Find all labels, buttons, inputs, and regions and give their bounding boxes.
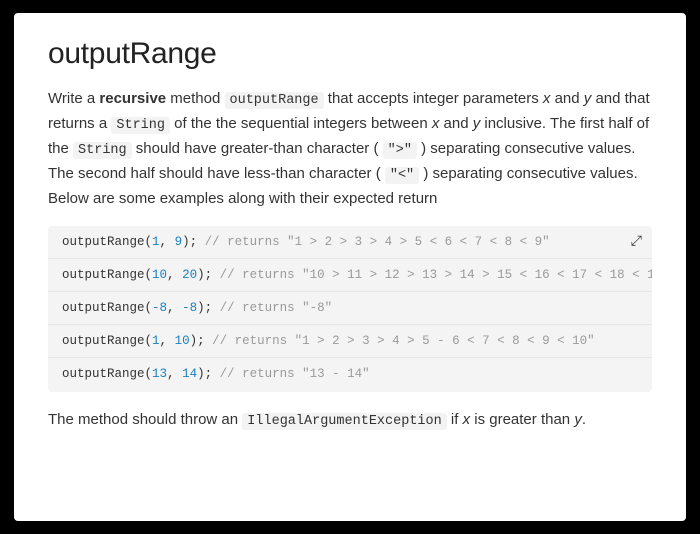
variable-y: y bbox=[574, 411, 582, 428]
desc-text: should have greater-than character ( bbox=[132, 140, 383, 157]
code-comment: // returns "10 > 11 > 12 > 13 > 14 > 15 … bbox=[220, 268, 652, 282]
desc-text: and bbox=[439, 115, 472, 132]
desc-text: that accepts integer parameters bbox=[324, 90, 543, 107]
inline-code: String bbox=[73, 142, 132, 159]
code-comment: // returns "-8" bbox=[220, 301, 333, 315]
code-num: 13 bbox=[152, 367, 167, 381]
desc-text: Write a bbox=[48, 90, 99, 107]
expand-icon[interactable]: ⤢ bbox=[631, 234, 642, 250]
inline-code: outputRange bbox=[225, 92, 324, 109]
code-comment: // returns "13 - 14" bbox=[220, 367, 370, 381]
code-num: -8 bbox=[152, 301, 167, 315]
code-num: -8 bbox=[182, 301, 197, 315]
code-line: outputRange(10, 20); // returns "10 > 11… bbox=[48, 259, 652, 292]
code-num: 20 bbox=[182, 268, 197, 282]
code-fn: outputRange bbox=[62, 367, 145, 381]
code-line: outputRange(1, 9); // returns "1 > 2 > 3… bbox=[48, 226, 652, 259]
document-page: outputRange Write a recursive method out… bbox=[14, 13, 686, 521]
inline-code: IllegalArgumentException bbox=[242, 413, 446, 430]
code-line: outputRange(13, 14); // returns "13 - 14… bbox=[48, 358, 652, 390]
code-fn: outputRange bbox=[62, 301, 145, 315]
code-comment: // returns "1 > 2 > 3 > 4 > 5 < 6 < 7 < … bbox=[205, 235, 550, 249]
footer-text: . bbox=[582, 411, 586, 428]
code-num: 1 bbox=[152, 334, 160, 348]
inline-code: ">" bbox=[383, 142, 417, 159]
code-examples-block[interactable]: ⤢ outputRange(1, 9); // returns "1 > 2 >… bbox=[48, 226, 652, 392]
footer-note: The method should throw an IllegalArgume… bbox=[48, 408, 652, 433]
desc-text: of the the sequential integers between bbox=[170, 115, 432, 132]
code-num: 1 bbox=[152, 235, 160, 249]
desc-text: and bbox=[550, 90, 583, 107]
code-num: 14 bbox=[182, 367, 197, 381]
desc-text: method bbox=[166, 90, 224, 107]
footer-text: The method should throw an bbox=[48, 411, 242, 428]
desc-bold: recursive bbox=[99, 90, 166, 107]
footer-text: if bbox=[447, 411, 463, 428]
code-fn: outputRange bbox=[62, 268, 145, 282]
code-num: 10 bbox=[175, 334, 190, 348]
code-fn: outputRange bbox=[62, 235, 145, 249]
inline-code: "<" bbox=[385, 167, 419, 184]
variable-x: x bbox=[463, 411, 471, 428]
footer-text: is greater than bbox=[470, 411, 574, 428]
code-line: outputRange(1, 10); // returns "1 > 2 > … bbox=[48, 325, 652, 358]
code-num: 10 bbox=[152, 268, 167, 282]
problem-description: Write a recursive method outputRange tha… bbox=[48, 87, 652, 210]
page-title: outputRange bbox=[48, 37, 652, 71]
inline-code: String bbox=[111, 117, 170, 134]
code-num: 9 bbox=[175, 235, 183, 249]
code-fn: outputRange bbox=[62, 334, 145, 348]
code-comment: // returns "1 > 2 > 3 > 4 > 5 - 6 < 7 < … bbox=[212, 334, 595, 348]
code-line: outputRange(-8, -8); // returns "-8" bbox=[48, 292, 652, 325]
